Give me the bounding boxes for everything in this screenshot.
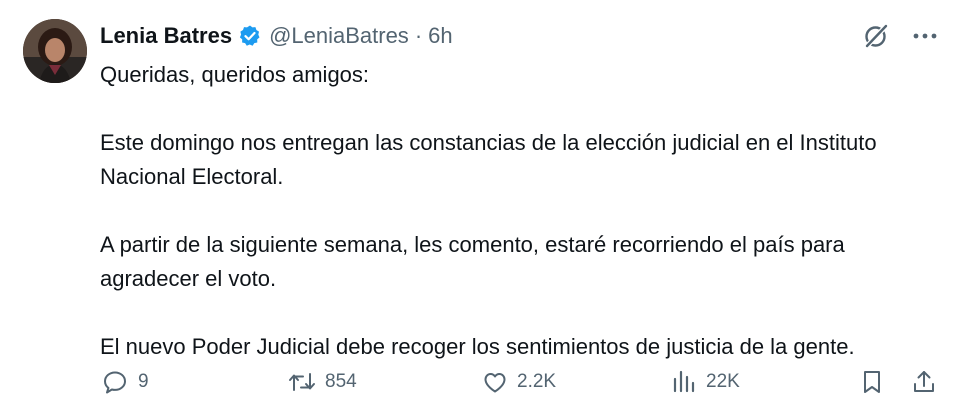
- tweet-header: Lenia Batres @LeniaBatres · 6h: [100, 20, 453, 52]
- bookmark-button[interactable]: [859, 366, 885, 398]
- tweet-paragraph: A partir de la siguiente semana, les com…: [100, 232, 845, 291]
- bookmark-icon: [859, 368, 885, 396]
- retweet-count: 854: [325, 371, 357, 392]
- verified-badge-icon: [238, 24, 262, 48]
- author-handle[interactable]: @LeniaBatres: [269, 23, 409, 49]
- views-count: 22K: [706, 371, 740, 392]
- reply-button[interactable]: 9: [102, 366, 149, 398]
- retweet-button[interactable]: 854: [287, 366, 357, 398]
- tweet-text: Queridas, queridos amigos: Este domingo …: [100, 58, 940, 364]
- like-button[interactable]: 2.2K: [481, 366, 556, 398]
- like-icon: [481, 368, 509, 396]
- more-icon[interactable]: [912, 23, 938, 49]
- author-name[interactable]: Lenia Batres: [100, 23, 232, 49]
- top-right-icons: [862, 22, 938, 50]
- retweet-icon: [287, 368, 317, 396]
- avatar-image: [23, 19, 87, 83]
- views-button[interactable]: 22K: [670, 366, 740, 398]
- avatar[interactable]: [23, 19, 87, 83]
- share-button[interactable]: [911, 366, 937, 398]
- grok-icon[interactable]: [862, 22, 890, 50]
- tweet-time[interactable]: 6h: [428, 23, 452, 49]
- separator-dot: ·: [414, 23, 423, 48]
- like-count: 2.2K: [517, 371, 557, 392]
- tweet-actions: 9 854 2.2K 22K: [100, 366, 940, 398]
- tweet-paragraph: El nuevo Poder Judicial debe recoger los…: [100, 334, 855, 359]
- tweet-paragraph: Queridas, queridos amigos:: [100, 62, 370, 87]
- share-icon: [911, 368, 937, 396]
- views-icon: [670, 368, 698, 396]
- reply-icon: [102, 368, 130, 396]
- reply-count: 9: [138, 371, 149, 392]
- tweet-paragraph: Este domingo nos entregan las constancia…: [100, 130, 877, 189]
